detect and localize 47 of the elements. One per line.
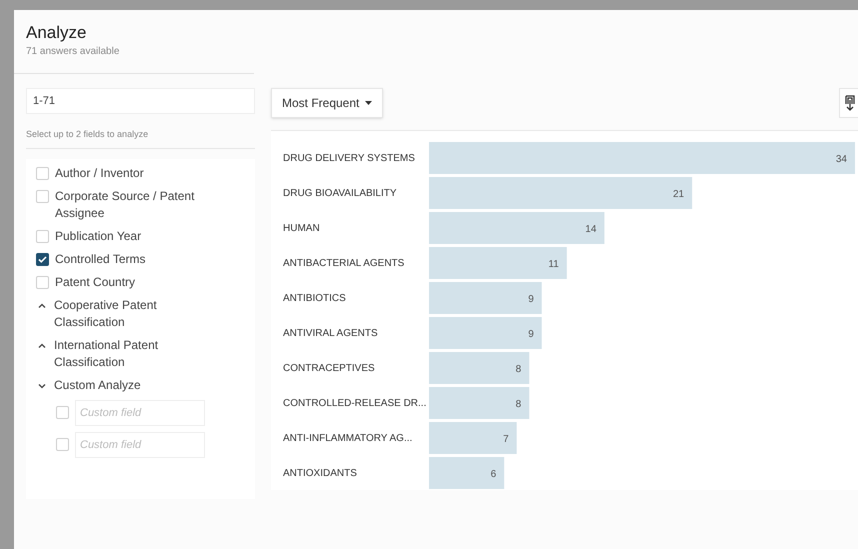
custom-field-input[interactable]: Custom field xyxy=(75,400,205,426)
value-label: 9 xyxy=(528,294,534,305)
checkbox[interactable] xyxy=(36,190,49,202)
checkbox[interactable] xyxy=(36,166,49,180)
value-label: 7 xyxy=(503,434,509,445)
value-label: 6 xyxy=(490,469,496,480)
field-label: Patent Country xyxy=(55,274,136,290)
category-label: CONTROLLED-RELEASE DR... xyxy=(283,397,426,411)
category-label: ANTIVIRAL AGENTS xyxy=(283,327,378,341)
download-icon[interactable] xyxy=(839,88,858,118)
field-label: International Patent Classification xyxy=(54,336,160,370)
custom-field-input[interactable]: Custom field xyxy=(75,432,205,458)
checkbox[interactable] xyxy=(56,406,69,419)
category-label: CONTRACEPTIVES xyxy=(283,362,375,376)
answers-count: 71 answers available xyxy=(26,45,120,59)
sort-dropdown[interactable]: Most Frequent xyxy=(271,88,384,118)
fields-hint: Select up to 2 fields to analyze xyxy=(26,128,255,148)
chevron-down-icon[interactable] xyxy=(38,382,46,388)
category-label: ANTIBIOTICS xyxy=(283,292,346,306)
dialog-title: Analyze xyxy=(26,22,88,44)
value-label: 21 xyxy=(673,189,684,200)
category-label: ANTIBACTERIAL AGENTS xyxy=(283,257,404,271)
value-label: 8 xyxy=(516,399,522,410)
chevron-up-icon[interactable] xyxy=(38,342,46,348)
checkbox[interactable] xyxy=(56,438,69,451)
checkbox[interactable] xyxy=(36,276,49,288)
range-field[interactable]: 1-71 xyxy=(26,88,255,114)
checkbox[interactable] xyxy=(36,230,49,242)
caret-down-icon xyxy=(365,101,372,105)
category-label: HUMAN xyxy=(283,222,320,236)
field-label: Publication Year xyxy=(55,228,142,244)
category-label: ANTI-INFLAMMATORY AG... xyxy=(283,432,412,446)
value-label: 14 xyxy=(585,224,596,235)
field-label: Controlled Terms xyxy=(55,250,146,268)
value-label: 34 xyxy=(836,154,847,165)
value-label: 9 xyxy=(528,329,534,340)
category-label: DRUG BIOAVAILABILITY xyxy=(283,187,397,201)
field-label: Corporate Source / Patent Assignee xyxy=(55,188,196,222)
checked-checkbox[interactable] xyxy=(36,252,49,266)
value-label: 11 xyxy=(548,259,559,270)
chevron-up-icon[interactable] xyxy=(38,302,46,308)
category-label: DRUG DELIVERY SYSTEMS xyxy=(283,152,415,166)
field-label: Custom Analyze xyxy=(54,376,141,394)
field-label: Cooperative Patent Classification xyxy=(54,296,158,330)
field-label: Author / Inventor xyxy=(55,164,144,182)
category-label: ANTIOXIDANTS xyxy=(283,467,357,481)
value-label: 8 xyxy=(516,364,522,375)
